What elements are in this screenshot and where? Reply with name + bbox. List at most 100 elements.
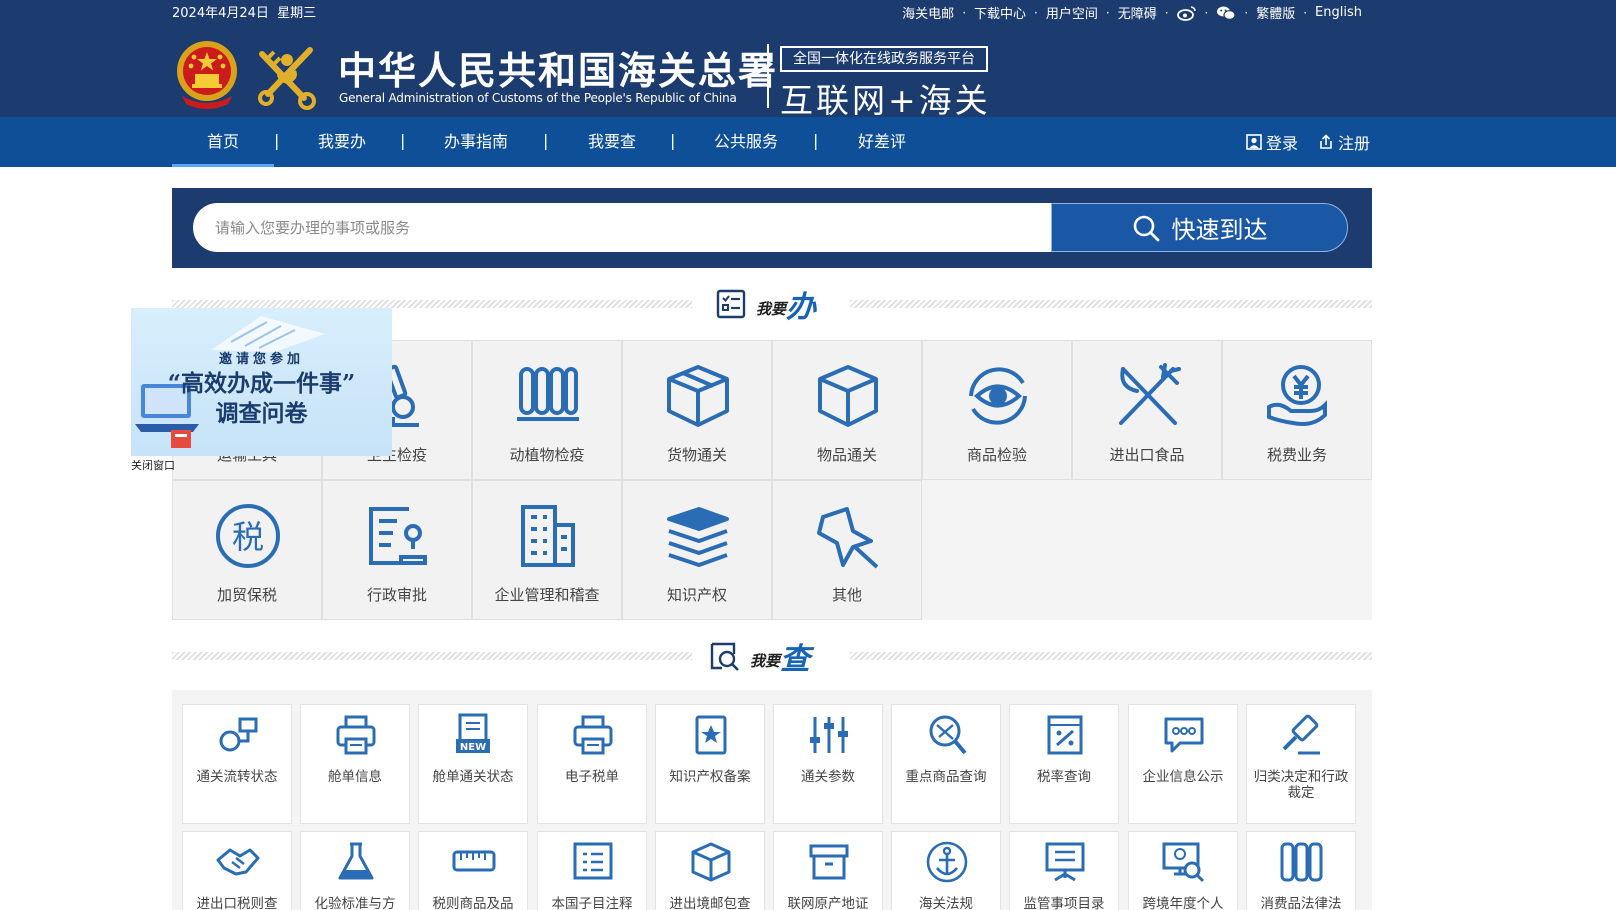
service-label: 动植物检疫 (509, 446, 585, 464)
site-title: 中华人民共和国海关总署 (338, 48, 779, 93)
nav-i-want-to-query[interactable]: 我要查 (570, 117, 654, 167)
query-label: 企业信息公示 (1142, 769, 1224, 785)
query-label: 联网原产地证 (787, 896, 869, 910)
parcel-icon (691, 842, 731, 882)
query-label: 进出口税则查 (196, 896, 278, 910)
nav-separator: | (813, 131, 819, 150)
service-commodity-inspection[interactable]: 商品检验 (922, 340, 1072, 480)
printer-icon (336, 715, 376, 755)
user-icon (1246, 134, 1262, 150)
query-card[interactable]: 海关法规 (891, 831, 1001, 910)
printer-icon (573, 715, 613, 755)
service-label: 税费业务 (1266, 446, 1327, 464)
link-accessibility[interactable]: 无障碍 (1118, 3, 1157, 22)
search-input[interactable] (193, 203, 1051, 252)
query-card[interactable]: 税率查询 (1009, 704, 1119, 824)
nav-rating[interactable]: 好差评 (840, 117, 924, 167)
service-label: 知识产权 (666, 586, 727, 604)
query-label: 舱单信息 (328, 769, 382, 785)
link-customs-email[interactable]: 海关电邮 (902, 3, 954, 22)
link-english[interactable]: English (1315, 5, 1362, 20)
query-card[interactable]: 知识产权备案 (655, 704, 765, 824)
service-animal-plant-quarantine[interactable]: 动植物检疫 (472, 340, 622, 480)
weibo-icon[interactable] (1176, 5, 1197, 21)
query-card[interactable]: 重点商品查询 (891, 704, 1001, 824)
platform-badge: 全国一体化在线政务服务平台 (780, 46, 988, 72)
query-card[interactable]: 企业信息公示 (1128, 704, 1238, 824)
query-card[interactable]: 通关流转状态 (182, 704, 292, 824)
flask-icon (338, 842, 374, 880)
link-traditional-chinese[interactable]: 繁體版 (1256, 3, 1295, 22)
query-label: 通关流转状态 (196, 769, 278, 785)
top-links: 海关电邮 · 下载中心 · 用户空间 · 无障碍 · · · 繁體版 · English (902, 3, 1362, 22)
query-label: 进出境邮包查 (669, 896, 751, 910)
query-card[interactable]: 跨境年度个人 (1128, 831, 1238, 910)
query-label: 化验标准与方 (314, 896, 396, 910)
login-label: 登录 (1266, 134, 1299, 153)
query-card[interactable]: 监管事项目录 (1009, 831, 1119, 910)
magnifier-tools-icon (929, 715, 967, 755)
survey-popup[interactable]: 邀请您参加 “高效办成一件事” 调查问卷 (131, 308, 392, 456)
query-card[interactable]: 电子税单 (537, 704, 647, 824)
wechat-icon[interactable] (1216, 5, 1236, 21)
query-label: 海关法规 (919, 896, 973, 910)
query-card[interactable]: 归类决定和行政裁定 (1246, 704, 1356, 824)
nav-home[interactable]: 首页 (172, 117, 274, 167)
nav-i-want-to-do[interactable]: 我要办 (300, 117, 384, 167)
section-header-query: 我要 查 (172, 636, 1372, 677)
archive-box-icon (809, 844, 849, 880)
close-popup-button[interactable]: 关闭窗口 (131, 457, 175, 473)
query-card[interactable]: 消费品法律法 (1246, 831, 1356, 910)
quick-access-button[interactable]: 快速到达 (1051, 203, 1348, 252)
customs-keys-icon (258, 47, 316, 110)
quarantine-icon (517, 367, 579, 421)
approval-icon (369, 507, 427, 565)
service-admin-approval[interactable]: 行政审批 (322, 480, 472, 620)
date-text: 2024年4月24日 (172, 6, 269, 21)
site-title-english: General Administration of Customs of the… (339, 91, 737, 105)
service-enterprise-audit[interactable]: 企业管理和稽查 (472, 480, 622, 620)
section-stripe (850, 300, 1372, 308)
eye-inspection-icon (969, 367, 1027, 425)
svg-text:税: 税 (232, 518, 264, 556)
section-stripe (850, 652, 1372, 660)
service-cargo-clearance[interactable]: 货物通关 (622, 340, 772, 480)
section-stripe (172, 300, 692, 308)
query-label: 税则商品及品 (432, 896, 514, 910)
package-icon (818, 365, 878, 427)
query-card[interactable]: 进出口税则查 (182, 831, 292, 910)
service-label: 物品通关 (816, 446, 877, 464)
board-icon (1045, 842, 1085, 882)
login-link[interactable]: 登录 (1246, 117, 1298, 167)
section-label-big: 办 (786, 290, 817, 325)
service-bonded-processing[interactable]: 税 加贸保税 (172, 480, 322, 620)
search-panel: 快速到达 (172, 188, 1372, 268)
query-card[interactable]: NEW 舱单通关状态 (418, 704, 528, 824)
nav-guide[interactable]: 办事指南 (426, 117, 526, 167)
weekday-text: 星期三 (277, 6, 317, 21)
nav-public-service[interactable]: 公共服务 (696, 117, 796, 167)
register-link[interactable]: 注册 (1318, 117, 1370, 167)
globe-flow-icon (219, 717, 258, 752)
service-intellectual-property[interactable]: 知识产权 (622, 480, 772, 620)
service-other[interactable]: 其他 (772, 480, 922, 620)
query-card[interactable]: 化验标准与方 (300, 831, 410, 910)
service-tax-fee[interactable]: 税费业务 (1222, 340, 1372, 480)
service-article-clearance[interactable]: 物品通关 (772, 340, 922, 480)
query-label: 知识产权备案 (669, 769, 751, 785)
query-card[interactable]: 税则商品及品 (418, 831, 528, 910)
link-download-center[interactable]: 下载中心 (974, 3, 1026, 22)
platform-subtitle: 互联网+海关 (780, 81, 991, 120)
main-nav: 首页 | 我要办 | 办事指南 | 我要查 | 公共服务 | 好差评 登录 注册 (0, 117, 1616, 167)
query-card[interactable]: 进出境邮包查 (655, 831, 765, 910)
query-card[interactable]: 通关参数 (773, 704, 883, 824)
query-label: 税率查询 (1037, 769, 1091, 785)
query-card[interactable]: 本国子目注释 (537, 831, 647, 910)
service-food-import-export[interactable]: 进出口食品 (1072, 340, 1222, 480)
tax-icon: 税 (216, 504, 280, 568)
query-card[interactable]: 舱单信息 (300, 704, 410, 824)
link-user-space[interactable]: 用户空间 (1046, 3, 1098, 22)
query-card[interactable]: 联网原产地证 (773, 831, 883, 910)
building-icon (521, 505, 575, 567)
section-stripe (172, 652, 692, 660)
